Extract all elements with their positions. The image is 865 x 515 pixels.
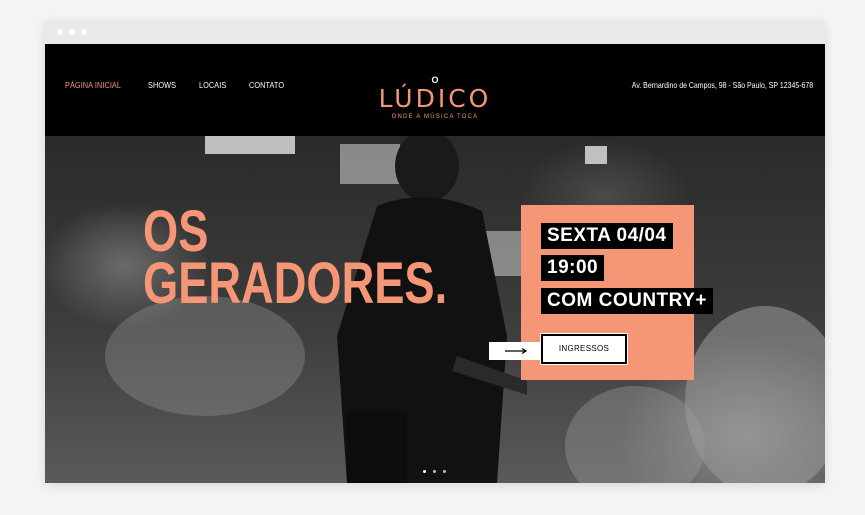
- stage-light: [205, 136, 295, 154]
- slider-dot[interactable]: [423, 470, 426, 473]
- site-logo[interactable]: O LÚDICO ONDE A MÚSICA TOCA: [375, 75, 495, 120]
- crowd-blob: [565, 386, 705, 483]
- logo-name: LÚDICO: [376, 84, 494, 113]
- window-dot-icon[interactable]: [57, 29, 63, 35]
- nav-item-locations[interactable]: LOCAIS: [199, 80, 226, 90]
- crowd-blob: [685, 306, 825, 483]
- slider-dot[interactable]: [443, 470, 446, 473]
- tickets-button[interactable]: INGRESSOS: [540, 333, 628, 365]
- event-date: SEXTA 04/04: [541, 223, 673, 249]
- slider-dots: [423, 470, 446, 473]
- browser-chrome: [45, 21, 825, 44]
- event-guest: COM COUNTRY+: [541, 288, 713, 314]
- stage-light: [585, 146, 607, 164]
- slider-dot[interactable]: [433, 470, 436, 473]
- logo-tagline: ONDE A MÚSICA TOCA: [391, 114, 479, 120]
- nav-item-home[interactable]: PÁGINA INICIAL: [65, 80, 121, 90]
- hero-title: OS GERADORES.: [143, 203, 448, 316]
- hero-title-line: GERADORES.: [143, 251, 448, 316]
- nav-item-shows[interactable]: SHOWS: [148, 80, 176, 90]
- main-nav: PÁGINA INICIAL SHOWS LOCAIS CONTATO: [65, 80, 289, 90]
- arrow-right-icon: [505, 348, 527, 354]
- window-dot-icon[interactable]: [69, 29, 75, 35]
- event-time: 19:00: [541, 255, 605, 281]
- browser-window: PÁGINA INICIAL SHOWS LOCAIS CONTATO O LÚ…: [45, 21, 825, 483]
- venue-address: Av. Bernardino de Campos, 98 - São Paulo…: [631, 80, 813, 90]
- nav-item-contact[interactable]: CONTATO: [249, 80, 284, 90]
- window-dot-icon[interactable]: [81, 29, 87, 35]
- hero-section: OS GERADORES. SEXTA 04/04 19:00 COM COUN…: [45, 136, 825, 483]
- site-header: PÁGINA INICIAL SHOWS LOCAIS CONTATO O LÚ…: [45, 44, 825, 136]
